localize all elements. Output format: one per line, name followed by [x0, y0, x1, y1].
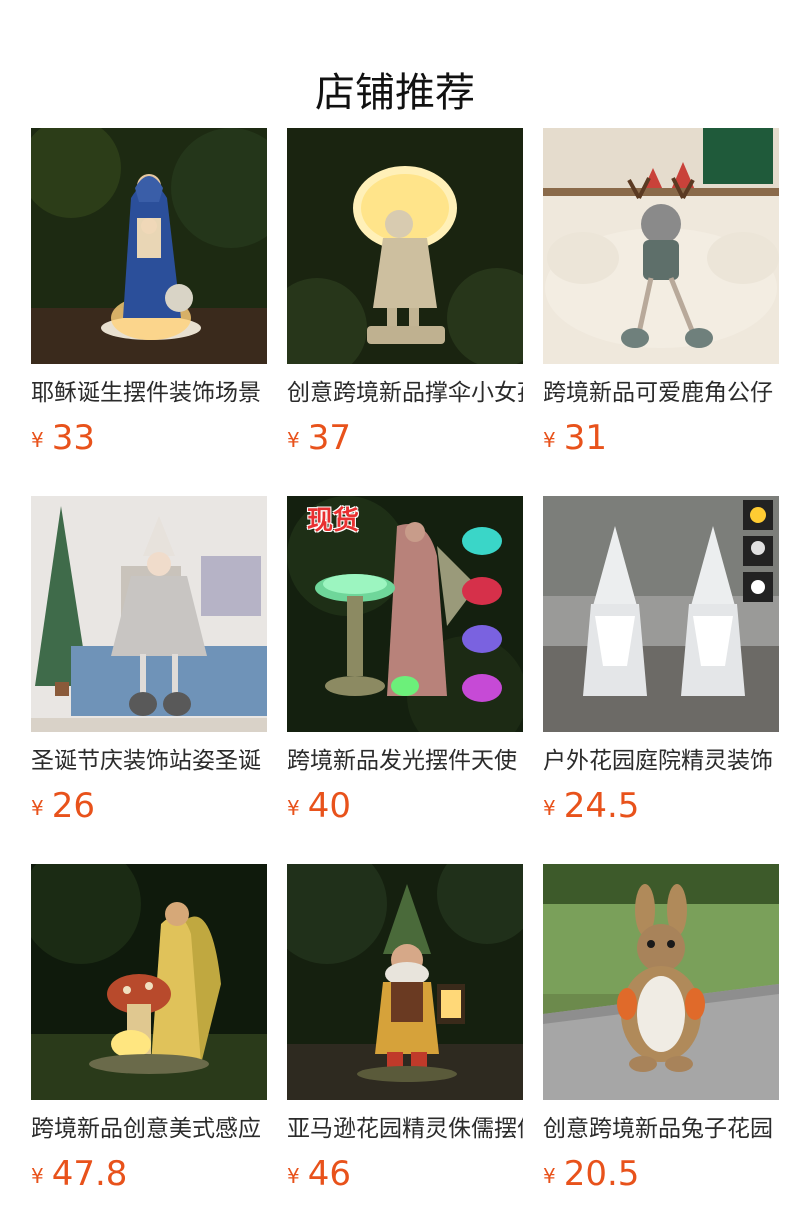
- umbrella-girl-statue-image[interactable]: [287, 128, 523, 364]
- product-card[interactable]: 户外花园庭院精灵装饰 ¥24.5: [543, 496, 779, 826]
- price-amount: 33: [51, 418, 95, 458]
- product-card[interactable]: 创意跨境新品兔子花园 ¥20.5: [543, 864, 779, 1194]
- stock-badge: 现货: [307, 506, 360, 536]
- product-price: ¥33: [31, 416, 95, 460]
- product-name[interactable]: 创意跨境新品撑伞小女孩: [287, 376, 523, 410]
- currency-symbol: ¥: [31, 796, 44, 820]
- christmas-doll-image[interactable]: [31, 496, 267, 732]
- currency-symbol: ¥: [543, 796, 556, 820]
- currency-symbol: ¥: [543, 1164, 556, 1188]
- page-title: 店铺推荐: [315, 69, 475, 116]
- product-card[interactable]: 跨境新品创意美式感应 ¥47.8: [31, 864, 267, 1194]
- rabbit-statue-image[interactable]: [543, 864, 779, 1100]
- nativity-statue-image[interactable]: [31, 128, 267, 364]
- product-grid: 耶稣诞生摆件装饰场景 ¥33 创意跨境新品撑伞小女孩 ¥37 跨境新品可爱鹿角公…: [31, 128, 779, 1194]
- white-gnome-statues-image[interactable]: [543, 496, 779, 732]
- product-price: ¥20.5: [543, 1152, 639, 1196]
- product-name[interactable]: 亚马逊花园精灵侏儒摆件: [287, 1112, 523, 1146]
- garden-gnome-lantern-image[interactable]: [287, 864, 523, 1100]
- product-name[interactable]: 创意跨境新品兔子花园: [543, 1112, 779, 1146]
- product-price: ¥24.5: [543, 784, 639, 828]
- price-amount: 40: [307, 786, 351, 826]
- product-name[interactable]: 耶稣诞生摆件装饰场景: [31, 376, 267, 410]
- product-price: ¥26: [31, 784, 95, 828]
- product-name[interactable]: 跨境新品可爱鹿角公仔: [543, 376, 779, 410]
- currency-symbol: ¥: [287, 796, 300, 820]
- price-amount: 37: [307, 418, 351, 458]
- product-card[interactable]: 创意跨境新品撑伞小女孩 ¥37: [287, 128, 523, 458]
- price-amount: 46: [307, 1154, 351, 1194]
- price-amount: 26: [51, 786, 95, 826]
- product-name[interactable]: 跨境新品发光摆件天使: [287, 744, 523, 778]
- antler-doll-image[interactable]: [543, 128, 779, 364]
- product-price: ¥47.8: [31, 1152, 127, 1196]
- price-amount: 47.8: [51, 1154, 128, 1194]
- product-price: ¥40: [287, 784, 351, 828]
- currency-symbol: ¥: [31, 1164, 44, 1188]
- price-amount: 20.5: [563, 1154, 640, 1194]
- product-card[interactable]: 跨境新品可爱鹿角公仔 ¥31: [543, 128, 779, 458]
- product-card[interactable]: 亚马逊花园精灵侏儒摆件 ¥46: [287, 864, 523, 1194]
- currency-symbol: ¥: [287, 1164, 300, 1188]
- currency-symbol: ¥: [543, 428, 556, 452]
- product-card[interactable]: 耶稣诞生摆件装饰场景 ¥33: [31, 128, 267, 458]
- product-name[interactable]: 圣诞节庆装饰站姿圣诞: [31, 744, 267, 778]
- product-price: ¥37: [287, 416, 351, 460]
- glowing-angel-fountain-image[interactable]: 现货: [287, 496, 523, 732]
- angel-mushroom-light-image[interactable]: [31, 864, 267, 1100]
- product-price: ¥46: [287, 1152, 351, 1196]
- product-card[interactable]: 现货 跨境新品发光摆件天使 ¥40: [287, 496, 523, 826]
- price-amount: 24.5: [563, 786, 640, 826]
- product-card[interactable]: 圣诞节庆装饰站姿圣诞 ¥26: [31, 496, 267, 826]
- product-price: ¥31: [543, 416, 607, 460]
- product-name[interactable]: 户外花园庭院精灵装饰: [543, 744, 779, 778]
- currency-symbol: ¥: [287, 428, 300, 452]
- product-name[interactable]: 跨境新品创意美式感应: [31, 1112, 267, 1146]
- price-amount: 31: [563, 418, 607, 458]
- currency-symbol: ¥: [31, 428, 44, 452]
